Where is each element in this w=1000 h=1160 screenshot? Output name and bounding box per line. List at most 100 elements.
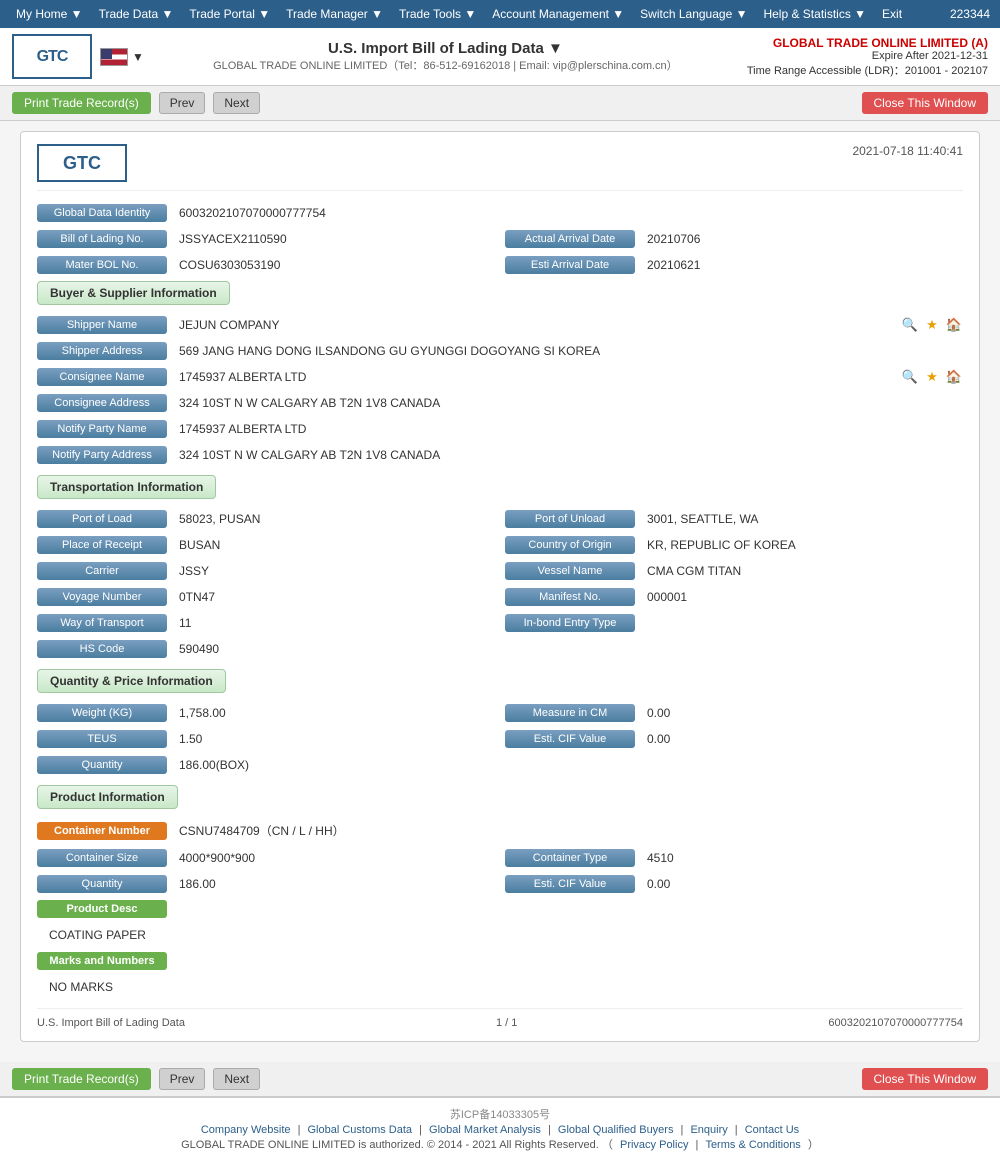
marks-numbers-value: NO MARKS [41,976,121,998]
actual-arrival-col: Actual Arrival Date 20210706 [505,229,963,249]
nav-trade-manager[interactable]: Trade Manager ▼ [280,7,389,21]
consignee-search-icon[interactable]: 🔍 [901,368,919,386]
shipper-star-icon[interactable]: ★ [923,316,941,334]
footer-terms[interactable]: Terms & Conditions [705,1139,800,1151]
top-action-bar: Print Trade Record(s) Prev Next Close Th… [0,86,1000,121]
flag-dropdown-icon[interactable]: ▼ [132,50,144,64]
nav-trade-portal[interactable]: Trade Portal ▼ [183,7,276,21]
footer-company-website[interactable]: Company Website [201,1124,291,1136]
global-data-identity-value: 6003202107070000777754 [175,203,963,223]
bol-no-value: JSSYACEX2110590 [175,229,495,249]
teus-value: 1.50 [175,729,495,749]
bol-no-label: Bill of Lading No. [37,230,167,248]
consignee-home-icon[interactable]: 🏠 [945,368,963,386]
record-header: GTC 2021-07-18 11:40:41 [37,144,963,191]
shipper-search-icon[interactable]: 🔍 [901,316,919,334]
close-button-bottom[interactable]: Close This Window [862,1068,988,1090]
shipper-home-icon[interactable]: 🏠 [945,316,963,334]
prev-button-top[interactable]: Prev [159,92,206,114]
in-bond-value [643,620,963,626]
consignee-star-icon[interactable]: ★ [923,368,941,386]
container-number-label: Container Number [37,822,167,840]
manifest-no-label: Manifest No. [505,588,635,606]
consignee-icons: 🔍 ★ 🏠 [901,368,963,386]
actual-arrival-value: 20210706 [643,229,963,249]
company-name: GLOBAL TRADE ONLINE LIMITED (A) [747,36,988,50]
prod-quantity-label: Quantity [37,875,167,893]
footer-links: Company Website | Global Customs Data | … [12,1124,988,1136]
notify-party-address-label: Notify Party Address [37,446,167,464]
global-data-identity-row: Global Data Identity 6003202107070000777… [37,203,963,223]
shipper-name-row: Shipper Name JEJUN COMPANY 🔍 ★ 🏠 [37,315,963,335]
record-footer: U.S. Import Bill of Lading Data 1 / 1 60… [37,1008,963,1029]
consignee-name-value: 1745937 ALBERTA LTD [175,367,901,387]
nav-help-statistics[interactable]: Help & Statistics ▼ [757,7,872,21]
product-desc-value-row: COATING PAPER [37,924,963,946]
shipper-name-label: Shipper Name [37,316,167,334]
record-footer-id: 6003202107070000777754 [828,1017,963,1029]
shipper-address-label: Shipper Address [37,342,167,360]
footer-global-buyers[interactable]: Global Qualified Buyers [558,1124,674,1136]
next-button-top[interactable]: Next [213,92,260,114]
notify-party-address-row: Notify Party Address 324 10ST N W CALGAR… [37,445,963,465]
way-transport-bond-row: Way of Transport 11 In-bond Entry Type [37,613,963,633]
port-load-label: Port of Load [37,510,167,528]
nav-trade-tools[interactable]: Trade Tools ▼ [393,7,482,21]
main-content: GTC 2021-07-18 11:40:41 Global Data Iden… [0,121,1000,1062]
voyage-number-value: 0TN47 [175,587,495,607]
hs-code-row: HS Code 590490 [37,639,963,659]
place-receipt-label: Place of Receipt [37,536,167,554]
consignee-address-value: 324 10ST N W CALGARY AB T2N 1V8 CANADA [175,393,963,413]
shipper-icons: 🔍 ★ 🏠 [901,316,963,334]
consignee-address-label: Consignee Address [37,394,167,412]
shipper-name-value: JEJUN COMPANY [175,315,901,335]
language-flag[interactable]: ▼ [100,48,144,66]
top-navigation: My Home ▼ Trade Data ▼ Trade Portal ▼ Tr… [0,0,1000,28]
us-flag-icon [100,48,128,66]
notify-party-address-value: 324 10ST N W CALGARY AB T2N 1V8 CANADA [175,445,963,465]
nav-exit[interactable]: Exit [876,7,908,21]
footer-global-market[interactable]: Global Market Analysis [429,1124,541,1136]
footer-contact-us[interactable]: Contact Us [745,1124,799,1136]
esti-arrival-label: Esti Arrival Date [505,256,635,274]
product-section: Product Information Container Number CSN… [37,785,963,998]
prod-qty-cif-row: Quantity 186.00 Esti. CIF Value 0.00 [37,874,963,894]
weight-kg-label: Weight (KG) [37,704,167,722]
prev-button-bottom[interactable]: Prev [159,1068,206,1090]
nav-trade-data[interactable]: Trade Data ▼ [93,7,180,21]
voyage-number-label: Voyage Number [37,588,167,606]
print-button-top[interactable]: Print Trade Record(s) [12,92,151,114]
footer-enquiry[interactable]: Enquiry [690,1124,727,1136]
vessel-name-value: CMA CGM TITAN [643,561,963,581]
carrier-vessel-row: Carrier JSSY Vessel Name CMA CGM TITAN [37,561,963,581]
record-card: GTC 2021-07-18 11:40:41 Global Data Iden… [20,131,980,1042]
record-datetime: 2021-07-18 11:40:41 [852,144,963,158]
consignee-address-row: Consignee Address 324 10ST N W CALGARY A… [37,393,963,413]
global-footer: 苏ICP备14033305号 Company Website | Global … [0,1097,1000,1160]
print-button-bottom[interactable]: Print Trade Record(s) [12,1068,151,1090]
quantity-price-header: Quantity & Price Information [37,669,226,693]
nav-account-management[interactable]: Account Management ▼ [486,7,630,21]
footer-copyright: GLOBAL TRADE ONLINE LIMITED is authorize… [12,1136,988,1152]
product-desc-label: Product Desc [37,900,167,918]
product-header: Product Information [37,785,178,809]
nav-my-home[interactable]: My Home ▼ [10,7,89,21]
mater-bol-label: Mater BOL No. [37,256,167,274]
next-button-bottom[interactable]: Next [213,1068,260,1090]
container-size-type-row: Container Size 4000*900*900 Container Ty… [37,848,963,868]
page-header: GTC ▼ U.S. Import Bill of Lading Data ▼ … [0,28,1000,86]
marks-numbers-value-row: NO MARKS [37,976,963,998]
esti-arrival-col: Esti Arrival Date 20210621 [505,255,963,275]
consignee-name-row: Consignee Name 1745937 ALBERTA LTD 🔍 ★ 🏠 [37,367,963,387]
footer-global-customs[interactable]: Global Customs Data [308,1124,413,1136]
voyage-manifest-row: Voyage Number 0TN47 Manifest No. 000001 [37,587,963,607]
container-number-row: Container Number CSNU7484709（CN / L / HH… [37,819,963,842]
close-button-top[interactable]: Close This Window [862,92,988,114]
page-title: U.S. Import Bill of Lading Data ▼ [213,40,678,57]
teus-label: TEUS [37,730,167,748]
quantity-price-section: Quantity & Price Information Weight (KG)… [37,669,963,775]
shipper-address-value: 569 JANG HANG DONG ILSANDONG GU GYUNGGI … [175,341,963,361]
esti-arrival-value: 20210621 [643,255,963,275]
footer-privacy-policy[interactable]: Privacy Policy [620,1139,688,1151]
nav-switch-language[interactable]: Switch Language ▼ [634,7,753,21]
